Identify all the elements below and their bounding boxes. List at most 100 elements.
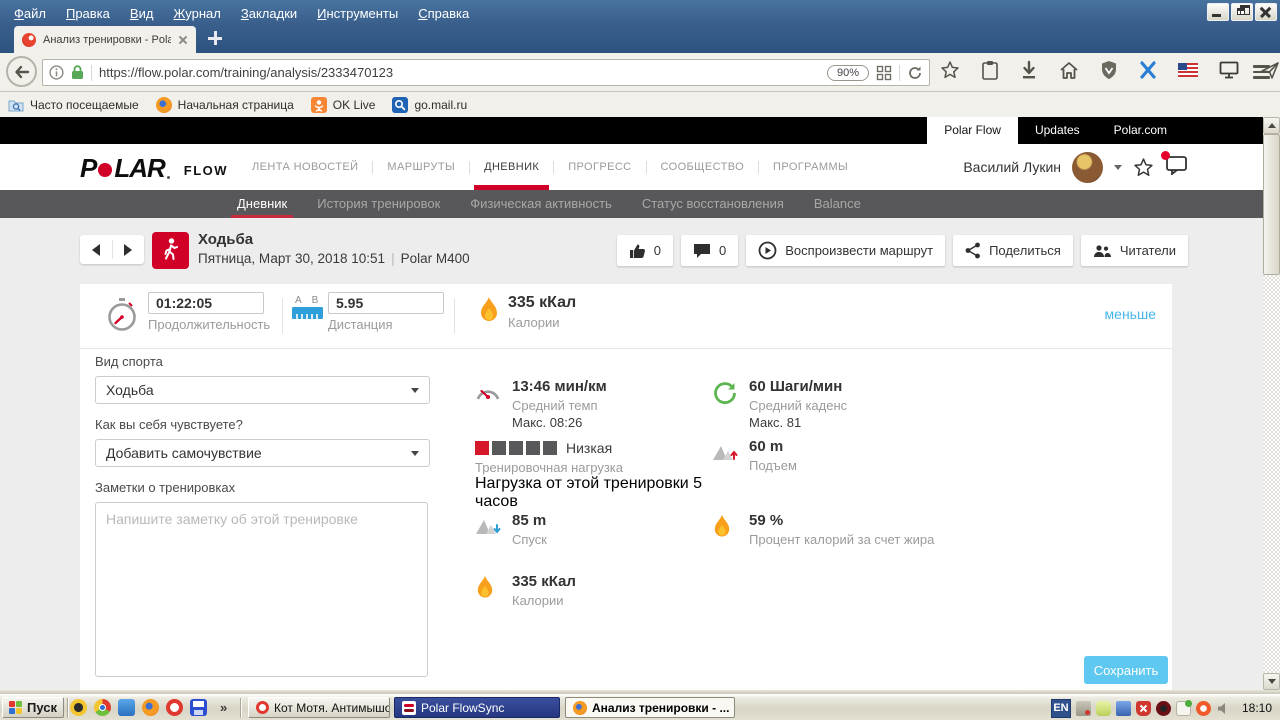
subnav-diary[interactable]: Дневник (237, 190, 287, 218)
tray-mailru-agent-icon[interactable] (1196, 701, 1211, 716)
task-button-opera-window[interactable]: Кот Мотя. Антимышова... (248, 697, 390, 718)
load-block-icon (526, 441, 540, 455)
scroll-down-button[interactable] (1263, 673, 1280, 690)
nav-routes[interactable]: МАРШРУТЫ (373, 144, 469, 190)
menu-edit[interactable]: Правка (66, 6, 110, 21)
followers-button[interactable]: Читатели (1081, 235, 1188, 266)
top-tab-polar-com[interactable]: Polar.com (1097, 117, 1184, 144)
duration-input[interactable] (148, 292, 264, 314)
quicklaunch-opera-icon[interactable] (166, 699, 183, 716)
polar-top-tabs: Polar Flow Updates Polar.com (927, 117, 1184, 144)
save-button[interactable]: Сохранить (1084, 656, 1168, 684)
quicklaunch-chrome-icon[interactable] (94, 699, 111, 716)
feeling-select[interactable]: Добавить самочувствие (95, 439, 430, 467)
tray-device-icon[interactable] (1076, 701, 1091, 716)
tab-favicon-icon (22, 33, 36, 47)
display-icon[interactable] (1219, 61, 1239, 79)
sport-type-select[interactable]: Ходьба (95, 376, 430, 404)
home-icon[interactable] (1059, 61, 1079, 80)
menu-help[interactable]: Справка (418, 6, 469, 21)
less-link[interactable]: меньше (1105, 306, 1156, 322)
shield-icon[interactable] (1100, 60, 1118, 80)
page-info-icon[interactable] (49, 65, 64, 80)
play-route-button[interactable]: Воспроизвести маршрут (746, 235, 945, 266)
nav-diary[interactable]: ДНЕВНИК (470, 144, 553, 190)
people-icon (1093, 244, 1112, 258)
tray-security-alert-icon[interactable] (1136, 701, 1151, 716)
bookmark-go-mail[interactable]: go.mail.ru (392, 97, 467, 113)
browser-menubar: Файл Правка Вид Журнал Закладки Инструме… (14, 0, 469, 26)
subnav-training-history[interactable]: История тренировок (317, 190, 440, 218)
top-tab-polar-flow[interactable]: Polar Flow (927, 117, 1018, 144)
new-tab-button[interactable] (208, 31, 222, 45)
nav-feed[interactable]: ЛЕНТА НОВОСТЕЙ (238, 144, 372, 190)
bookmark-star-icon[interactable] (940, 60, 960, 80)
task-button-flowsync[interactable]: Polar FlowSync (394, 697, 560, 718)
menu-bookmarks[interactable]: Закладки (241, 6, 297, 21)
menu-history[interactable]: Журнал (173, 6, 220, 21)
avatar[interactable] (1072, 152, 1103, 183)
subnav-balance[interactable]: Balance (814, 190, 861, 218)
distance-group: Дистанция (328, 292, 444, 332)
top-tab-updates[interactable]: Updates (1018, 117, 1097, 144)
quicklaunch-save-icon[interactable] (190, 699, 207, 716)
next-session-button[interactable] (113, 235, 145, 264)
comment-button[interactable]: 0 (681, 235, 738, 266)
bookmark-frequent[interactable]: Часто посещаемые (8, 98, 139, 112)
clipboard-icon[interactable] (981, 60, 999, 80)
notifications[interactable] (1165, 155, 1188, 180)
chevron-down-icon[interactable] (1114, 165, 1122, 170)
subnav-activity[interactable]: Физическая активность (470, 190, 612, 218)
tray-volume-icon[interactable] (1216, 701, 1231, 716)
quicklaunch-overflow-chevron[interactable]: » (220, 700, 227, 715)
nav-programs[interactable]: ПРОГРАММЫ (759, 144, 862, 190)
calories-value: 335 кКал (508, 294, 576, 312)
close-button[interactable] (1255, 3, 1277, 21)
url-text[interactable]: https://flow.polar.com/training/analysis… (99, 65, 820, 80)
tray-antivirus-icon[interactable] (1096, 701, 1111, 716)
tab-close-icon[interactable] (178, 35, 188, 45)
bookmark-homepage[interactable]: Начальная страница (156, 97, 294, 113)
prev-session-button[interactable] (80, 235, 112, 264)
favorites-star-icon[interactable] (1133, 157, 1154, 178)
quicklaunch-daemon-icon[interactable] (70, 699, 87, 716)
start-button[interactable]: Пуск (2, 697, 64, 718)
nav-progress[interactable]: ПРОГРЕСС (554, 144, 645, 190)
quicklaunch-firefox-icon[interactable] (142, 699, 159, 716)
tray-mail-icon[interactable] (1176, 701, 1191, 716)
taskbar-clock[interactable]: 18:10 (1242, 701, 1272, 715)
subnav-recovery-status[interactable]: Статус восстановления (642, 190, 784, 218)
x-extension-icon[interactable] (1139, 61, 1157, 79)
nav-community[interactable]: СООБЩЕСТВО (647, 144, 759, 190)
scrollbar-thumb[interactable] (1263, 134, 1280, 275)
task-button-firefox[interactable]: Анализ тренировки - ... (565, 697, 735, 718)
menu-file[interactable]: Файл (14, 6, 46, 21)
grid-icon[interactable] (876, 65, 892, 81)
menu-hamburger-icon[interactable] (1253, 65, 1270, 79)
user-name[interactable]: Василий Лукин (963, 159, 1061, 175)
bookmark-ok-live[interactable]: OK Live (311, 97, 376, 113)
scroll-up-button[interactable] (1263, 117, 1280, 134)
restore-button[interactable] (1231, 3, 1253, 21)
bookmark-label: Начальная страница (178, 98, 294, 112)
distance-input[interactable] (328, 292, 444, 314)
like-button[interactable]: 0 (617, 235, 673, 266)
flag-extension-icon[interactable] (1178, 63, 1198, 77)
menu-view[interactable]: Вид (130, 6, 154, 21)
notes-textarea[interactable] (95, 502, 428, 677)
browser-tab[interactable]: Анализ тренировки - Polar F... (14, 26, 196, 53)
tray-disc-icon[interactable] (1156, 701, 1171, 716)
tray-puzzle-icon[interactable] (1116, 701, 1131, 716)
reload-icon[interactable] (907, 65, 923, 81)
polar-logo[interactable]: P LAR FLOW (80, 153, 228, 184)
minimize-button[interactable] (1207, 3, 1229, 21)
share-button[interactable]: Поделиться (953, 235, 1073, 266)
download-icon[interactable] (1020, 60, 1038, 80)
page-scrollbar[interactable] (1263, 117, 1280, 690)
url-bar[interactable]: https://flow.polar.com/training/analysis… (42, 59, 930, 86)
menu-tools[interactable]: Инструменты (317, 6, 398, 21)
zoom-level-badge[interactable]: 90% (827, 65, 869, 81)
language-indicator[interactable]: EN (1051, 699, 1071, 718)
back-button[interactable] (6, 56, 37, 87)
quicklaunch-app-icon[interactable] (118, 699, 135, 716)
